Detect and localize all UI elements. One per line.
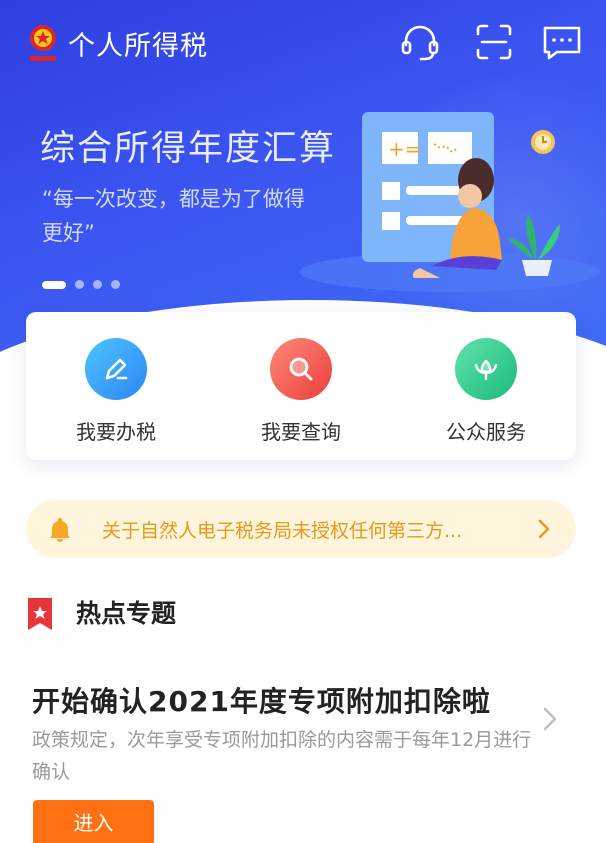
quick-action-query[interactable]: 我要查询 — [221, 338, 381, 445]
notice-text: 关于自然人电子税务局未授权任何第三方... — [102, 520, 463, 542]
quick-action-label: 我要办税 — [76, 420, 156, 444]
article-title: 开始确认2021年度专项附加扣除啦 — [32, 685, 491, 718]
search-icon[interactable] — [270, 338, 332, 400]
chevron-right-icon[interactable] — [540, 704, 560, 734]
enter-button[interactable]: 进入 — [33, 800, 154, 843]
edit-icon[interactable] — [85, 338, 147, 400]
quick-actions-card: 我要办税 我要查询 公众服务 — [26, 312, 576, 460]
carousel-dot[interactable] — [75, 280, 84, 289]
quick-action-tax-filing[interactable]: 我要办税 — [36, 338, 196, 445]
top-bar: 个人所得税 — [0, 0, 606, 88]
carousel-dot[interactable] — [111, 280, 120, 289]
customer-service-icon[interactable] — [398, 20, 442, 64]
svg-text:+=: += — [388, 137, 422, 161]
chevron-right-icon[interactable] — [536, 518, 552, 540]
bell-icon — [50, 518, 70, 542]
banner-title: 综合所得年度汇算 — [40, 129, 337, 169]
banner-illustration: += — [300, 112, 600, 292]
quick-action-label: 公众服务 — [446, 420, 526, 444]
quick-action-public-service[interactable]: 公众服务 — [406, 338, 566, 445]
notice-banner[interactable]: 关于自然人电子税务局未授权任何第三方... — [26, 500, 576, 558]
flower-icon[interactable] — [455, 338, 517, 400]
banner-quote: “每一次改变，都是为了做得更好” — [42, 187, 305, 245]
article-description: 政策规定，次年享受专项附加扣除的内容需于每年12月进行确认 — [32, 729, 532, 783]
carousel-dot-active[interactable] — [42, 280, 66, 289]
section-title-hot-topics: 热点专题 — [76, 599, 177, 628]
bookmark-star-icon — [28, 598, 52, 630]
carousel-dot[interactable] — [93, 280, 102, 289]
hot-topic-article[interactable]: 开始确认2021年度专项附加扣除啦 政策规定，次年享受专项附加扣除的内容需于每年… — [0, 670, 606, 843]
carousel-indicator[interactable] — [42, 280, 120, 289]
quick-action-label: 我要查询 — [261, 420, 341, 444]
scan-icon[interactable] — [472, 20, 516, 64]
emblem-icon — [30, 25, 56, 61]
message-icon[interactable] — [540, 20, 584, 64]
app-title: 个人所得税 — [68, 31, 208, 62]
